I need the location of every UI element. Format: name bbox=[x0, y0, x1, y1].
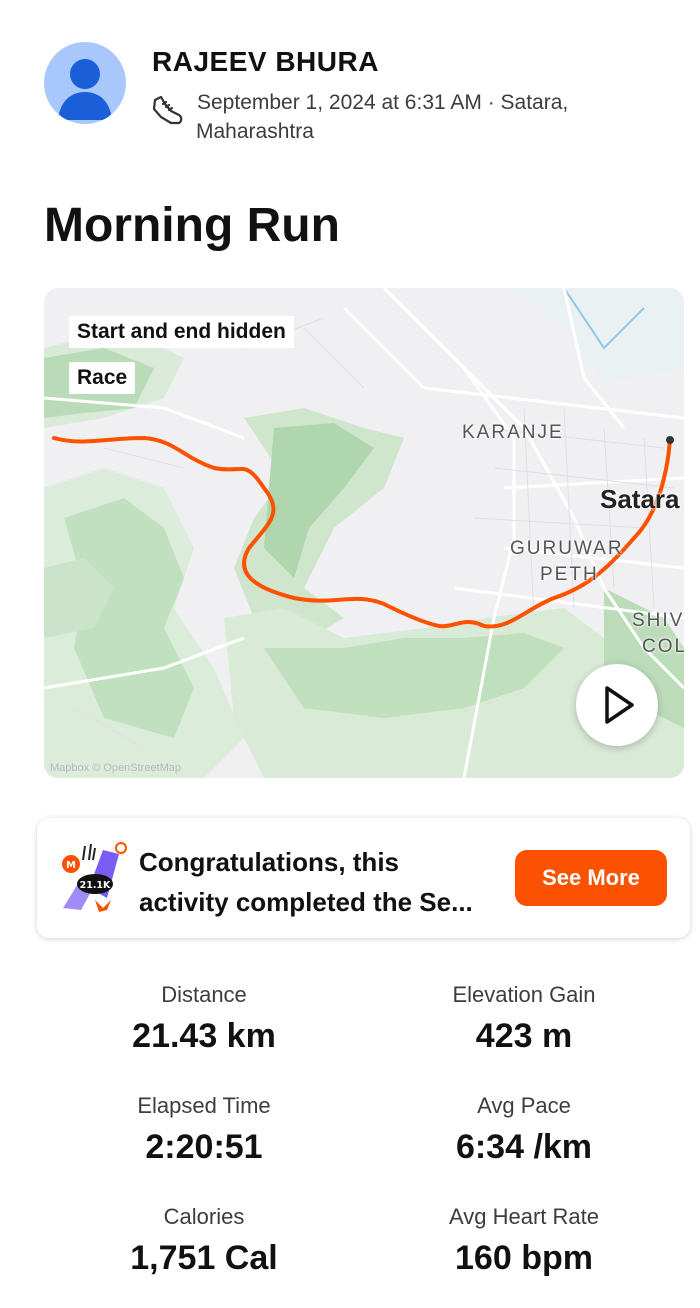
play-flyover-button[interactable] bbox=[576, 664, 658, 746]
stat-elapsed-time: Elapsed Time 2:20:51 bbox=[44, 1091, 364, 1167]
stat-value: 6:34 /km bbox=[455, 1128, 593, 1166]
half-marathon-badge-icon: M 21.1K bbox=[59, 838, 131, 914]
activity-title: Morning Run bbox=[44, 199, 340, 252]
stat-value: 160 bpm bbox=[455, 1239, 593, 1277]
activity-location-continued: Maharashtra bbox=[196, 120, 314, 143]
stat-distance: Distance 21.43 km bbox=[44, 980, 364, 1056]
athlete-name[interactable]: RAJEEV BHURA bbox=[152, 46, 379, 78]
stat-label: Avg Heart Rate bbox=[448, 1204, 599, 1229]
stat-label: Calories bbox=[163, 1204, 245, 1229]
stat-label: Avg Pace bbox=[477, 1093, 571, 1118]
stat-label: Elevation Gain bbox=[452, 982, 596, 1007]
map-label-karanje: KARANJE bbox=[462, 422, 564, 443]
achievement-text: Congratulations, this activity completed… bbox=[139, 842, 509, 922]
avatar[interactable] bbox=[44, 42, 126, 124]
stat-value: 21.43 km bbox=[132, 1017, 276, 1055]
map-label-satara: Satara bbox=[600, 484, 680, 514]
map-label-peth: PETH bbox=[540, 564, 599, 585]
activity-meta: September 1, 2024 at 6:31 AM · Satara, M… bbox=[196, 88, 667, 146]
stat-avg-heart-rate: Avg Heart Rate 160 bpm bbox=[364, 1202, 684, 1278]
see-more-button[interactable]: See More bbox=[515, 850, 667, 906]
stat-elevation-gain: Elevation Gain 423 m bbox=[364, 980, 684, 1056]
route-map[interactable]: Start and end hidden Race KARANJE Satara… bbox=[44, 288, 684, 778]
stat-value: 2:20:51 bbox=[145, 1128, 263, 1166]
map-label-col: COL bbox=[642, 636, 684, 657]
stat-calories: Calories 1,751 Cal bbox=[44, 1202, 364, 1278]
map-label-guruwar: GURUWAR bbox=[510, 538, 624, 559]
play-icon bbox=[605, 686, 634, 724]
race-tag: Race bbox=[69, 362, 136, 394]
achievement-line-2: activity completed the Se... bbox=[139, 887, 473, 917]
activity-header: RAJEEV BHURA September 1, 2024 at 6:31 A… bbox=[44, 42, 684, 152]
svg-text:M: M bbox=[66, 860, 76, 871]
stat-label: Elapsed Time bbox=[137, 1093, 271, 1118]
start-end-hidden-tag: Start and end hidden bbox=[69, 316, 294, 348]
map-attribution: Mapbox © OpenStreetMap bbox=[50, 762, 182, 774]
achievement-line-1: Congratulations, this bbox=[139, 847, 399, 877]
stat-value: 423 m bbox=[475, 1017, 573, 1055]
map-label-shiv: SHIV bbox=[632, 610, 684, 631]
achievement-card[interactable]: M 21.1K Congratulations, this activity c… bbox=[37, 818, 690, 938]
activity-date-location: September 1, 2024 at 6:31 AM · Satara, bbox=[197, 91, 569, 114]
badge-text: 21.1K bbox=[80, 880, 111, 891]
stat-value: 1,751 Cal bbox=[130, 1239, 278, 1277]
running-shoe-icon bbox=[149, 92, 185, 128]
stat-label: Distance bbox=[161, 982, 247, 1007]
stat-avg-pace: Avg Pace 6:34 /km bbox=[364, 1091, 684, 1167]
